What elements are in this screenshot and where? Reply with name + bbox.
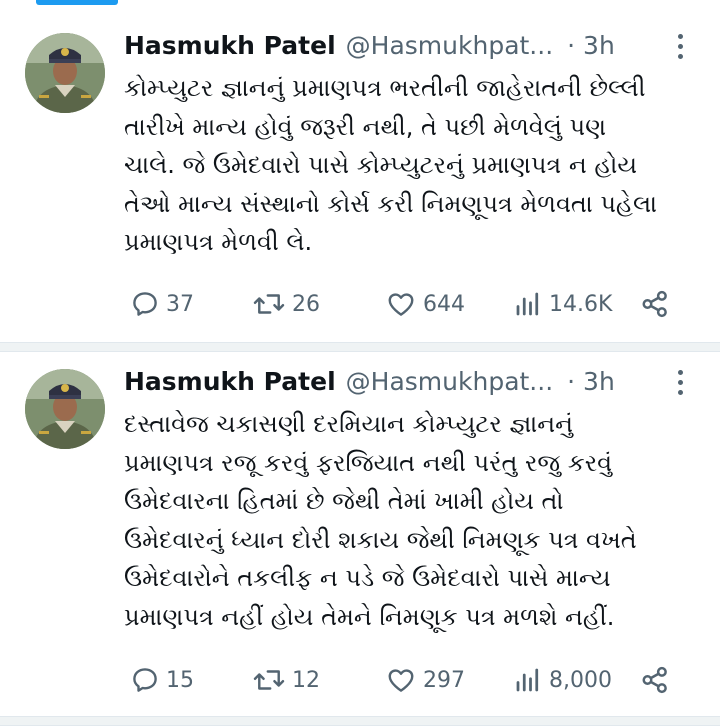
- retweet-icon: [253, 294, 285, 314]
- tweet-text-line: ચાલે. જે ઉમેદવારો પાસે કોમ્પ્યુટરનું પ્ર…: [124, 151, 638, 180]
- retweet-count: 26: [292, 291, 320, 317]
- avatar[interactable]: [25, 369, 105, 449]
- reply-button[interactable]: 37: [130, 284, 194, 324]
- timestamp[interactable]: · 3h: [567, 31, 615, 60]
- views-icon: [516, 292, 539, 316]
- tweet-text-line: ઉમેદવારનું ધ્યાન દોરી શકાય જેથી નિમણૂક પ…: [124, 525, 637, 554]
- like-count: 644: [423, 291, 465, 317]
- avatar[interactable]: [25, 33, 105, 113]
- tweet-divider: [0, 716, 720, 726]
- retweet-button[interactable]: 26: [252, 284, 320, 324]
- reply-icon: [133, 668, 157, 692]
- tweet-text: કોમ્પ્યુટર જ્ઞાનનું પ્રમાણપત્ર ભરતીની જા…: [124, 69, 714, 262]
- tweet-divider: [0, 342, 720, 352]
- share-button[interactable]: [640, 660, 676, 700]
- tweet-text-line: તારીખે માન્ય હોવું જરૂરી નથી, તે પછી મેળ…: [124, 112, 607, 141]
- views-button[interactable]: 14.6K: [513, 284, 612, 324]
- tweet-text-line: પ્રમાણપત્ર નહીં હોય તેમને નિમણૂક પત્ર મળ…: [124, 602, 615, 631]
- views-count: 14.6K: [549, 291, 613, 317]
- more-icon[interactable]: [670, 367, 690, 397]
- retweet-icon: [253, 670, 285, 690]
- author-handle[interactable]: @Hasmukhpat...: [346, 31, 554, 60]
- more-icon[interactable]: [670, 31, 690, 61]
- tweet-card[interactable]: Hasmukh Patel @Hasmukhpat... · 3h કોમ્પ્…: [0, 0, 720, 342]
- like-button[interactable]: 297: [385, 660, 465, 700]
- heart-icon: [388, 669, 414, 692]
- author-name[interactable]: Hasmukh Patel: [124, 31, 336, 60]
- share-button[interactable]: [640, 284, 676, 324]
- author-handle[interactable]: @Hasmukhpat...: [346, 367, 554, 396]
- tweet-card[interactable]: Hasmukh Patel @Hasmukhpat... · 3h દસ્તાવ…: [0, 352, 720, 716]
- tweet-text-line: કોમ્પ્યુટર જ્ઞાનનું પ્રમાણપત્ર ભરતીની જા…: [124, 74, 646, 102]
- reply-icon: [133, 292, 157, 316]
- retweet-button[interactable]: 12: [252, 660, 320, 700]
- share-icon: [642, 666, 667, 694]
- reply-button[interactable]: 15: [130, 660, 194, 700]
- tweet-text-line: પ્રમાણપત્ર રજૂ કરવું ફરજિયાત નથી પરંતુ ર…: [124, 448, 613, 477]
- views-button[interactable]: 8,000: [513, 660, 612, 700]
- tweet-text-line: દસ્તાવેજ ચકાસણી દરમિયાન કોમ્પ્યુટર જ્ઞાન…: [124, 410, 574, 438]
- heart-icon: [388, 293, 414, 316]
- share-icon: [642, 290, 667, 318]
- timestamp[interactable]: · 3h: [567, 367, 615, 396]
- tweet-text-line: પ્રમાણપત્ર મેળવી લે.: [124, 228, 313, 257]
- views-count: 8,000: [549, 667, 612, 693]
- like-button[interactable]: 644: [385, 284, 465, 324]
- tweet-text-line: તેઓ માન્ય સંસ્થાનો કોર્સ કરી નિમણૂપત્ર મ…: [124, 189, 658, 218]
- tweet-actions: 15 12 297 8,000: [0, 660, 720, 700]
- tweet-text: દસ્તાવેજ ચકાસણી દરમિયાન કોમ્પ્યુટર જ્ઞાન…: [124, 405, 714, 637]
- reply-count: 15: [166, 667, 194, 693]
- author-name[interactable]: Hasmukh Patel: [124, 367, 336, 396]
- tweet-actions: 37 26 644 14.6K: [0, 284, 720, 324]
- reply-count: 37: [166, 291, 194, 317]
- retweet-count: 12: [292, 667, 320, 693]
- tweet-header: Hasmukh Patel @Hasmukhpat... · 3h: [124, 364, 615, 398]
- like-count: 297: [423, 667, 465, 693]
- tweet-header: Hasmukh Patel @Hasmukhpat... · 3h: [124, 28, 615, 62]
- tweet-text-line: ઉમેદવારના હિતમાં છે જેથી તેમાં ખામી હોય …: [124, 487, 564, 516]
- views-icon: [516, 668, 539, 692]
- tweet-text-line: ઉમેદવારોને તકલીફ ન પડે જે ઉમેદવારો પાસે …: [124, 564, 611, 593]
